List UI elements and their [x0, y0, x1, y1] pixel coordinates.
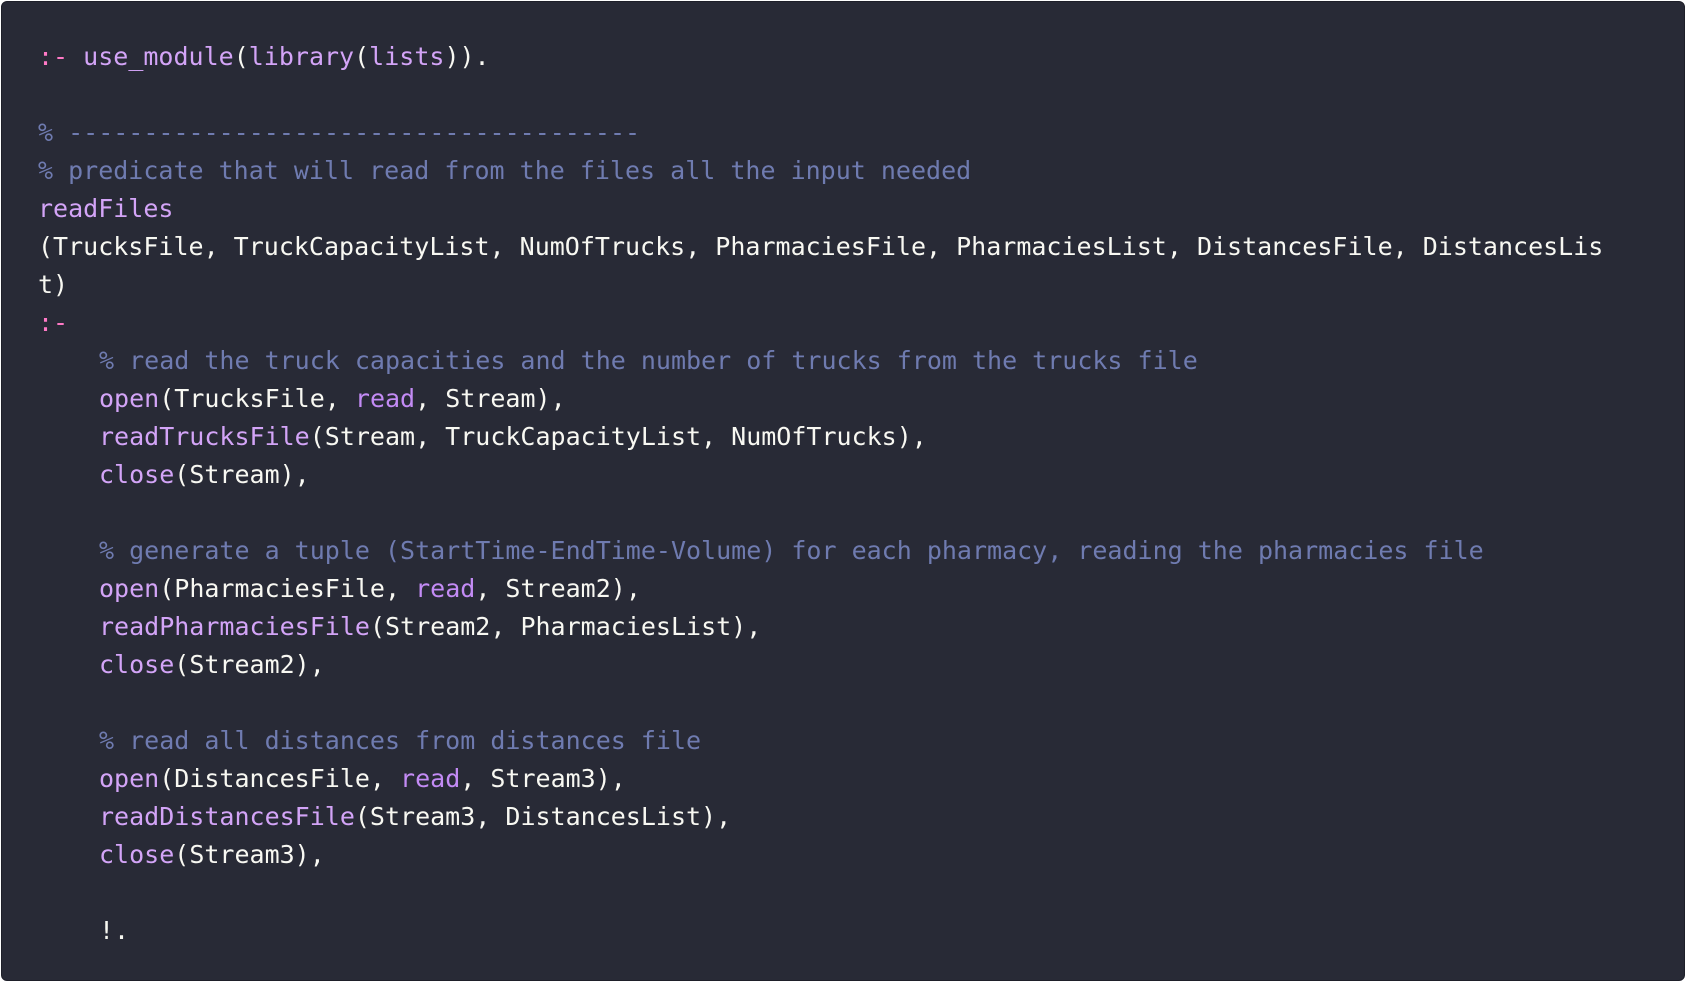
code-token-atom: read [400, 764, 461, 793]
code-token-punct: !. [99, 916, 130, 945]
code-token-punct: )). [444, 42, 490, 71]
code-token-func: open [99, 764, 160, 793]
code-token-punct: (Stream2), [174, 650, 325, 679]
code-token-atom: read [415, 574, 476, 603]
code-token-func: use_module [83, 42, 234, 71]
code-line: open(TrucksFile, read, Stream), [38, 380, 1603, 418]
code-token-keyword: :- [38, 308, 69, 337]
code-token-punct: (TrucksFile, [159, 384, 355, 413]
code-token-punct: (TrucksFile, TruckCapacityList, NumOfTru… [38, 232, 1604, 261]
code-token-keyword: :- [38, 42, 69, 71]
code-line: close(Stream2), [38, 646, 1603, 684]
code-token-punct: , Stream3), [460, 764, 626, 793]
code-line: open(PharmaciesFile, read, Stream2), [38, 570, 1603, 608]
code-token-punct: ( [233, 42, 249, 71]
code-line: % -------------------------------------- [38, 114, 1603, 152]
code-token-punct: (PharmaciesFile, [159, 574, 416, 603]
code-token-punct: (DistancesFile, [159, 764, 401, 793]
code-token-punct: ( [354, 42, 370, 71]
code-token-comment: % read all distances from distances file [99, 726, 702, 755]
code-token-func: readPharmaciesFile [99, 612, 370, 641]
code-token-comment: % predicate that will read from the file… [38, 156, 972, 185]
code-token-func: close [99, 460, 175, 489]
code-line: readTrucksFile(Stream, TruckCapacityList… [38, 418, 1603, 456]
code-token-func: library [248, 42, 355, 71]
code-line: close(Stream3), [38, 836, 1603, 874]
code-line: % read the truck capacities and the numb… [38, 342, 1603, 380]
code-token-comment: % generate a tuple (StartTime-EndTime-Vo… [99, 536, 1484, 565]
code-token-punct: (Stream2, PharmaciesList), [369, 612, 762, 641]
code-block: :- use_module(library(lists)). % -------… [1, 1, 1685, 981]
code-line: close(Stream), [38, 456, 1603, 494]
code-token-func: close [99, 650, 175, 679]
code-line: readFiles [38, 190, 1603, 228]
code-token-punct: (Stream, TruckCapacityList, NumOfTrucks)… [309, 422, 927, 451]
code-token-func: open [99, 384, 160, 413]
code-line: !. [38, 912, 1603, 950]
code-token-func: lists [369, 42, 445, 71]
code-line: % predicate that will read from the file… [38, 152, 1603, 190]
code-token-func: open [99, 574, 160, 603]
code-token-punct: , Stream2), [475, 574, 641, 603]
code-token-atom: read [354, 384, 416, 413]
code-token-func: readDistancesFile [99, 802, 355, 831]
code-token-punct [68, 42, 83, 71]
code-token-punct: (Stream), [174, 460, 310, 489]
code-line: (TrucksFile, TruckCapacityList, NumOfTru… [38, 228, 1603, 266]
code-token-comment: % read the truck capacities and the numb… [99, 346, 1198, 375]
code-line: open(DistancesFile, read, Stream3), [38, 760, 1603, 798]
code-token-comment: % -------------------------------------- [38, 118, 641, 147]
code-token-punct: t) [38, 270, 69, 299]
code-token-func: readTrucksFile [99, 422, 310, 451]
code-line: readPharmaciesFile(Stream2, PharmaciesLi… [38, 608, 1603, 646]
code-line: t) [38, 266, 1603, 304]
code-token-punct: (Stream3, DistancesList), [354, 802, 732, 831]
code-line: :- use_module(library(lists)). [38, 38, 1603, 76]
code-text[interactable]: :- use_module(library(lists)). % -------… [38, 38, 1603, 950]
code-token-punct: , Stream), [415, 384, 566, 413]
code-line: :- [38, 304, 1603, 342]
code-token-punct: (Stream3), [174, 840, 325, 869]
code-token-func: close [99, 840, 175, 869]
code-line: readDistancesFile(Stream3, DistancesList… [38, 798, 1603, 836]
code-line: % read all distances from distances file [38, 722, 1603, 760]
code-token-func: readFiles [38, 194, 174, 223]
code-line: % generate a tuple (StartTime-EndTime-Vo… [38, 532, 1603, 570]
